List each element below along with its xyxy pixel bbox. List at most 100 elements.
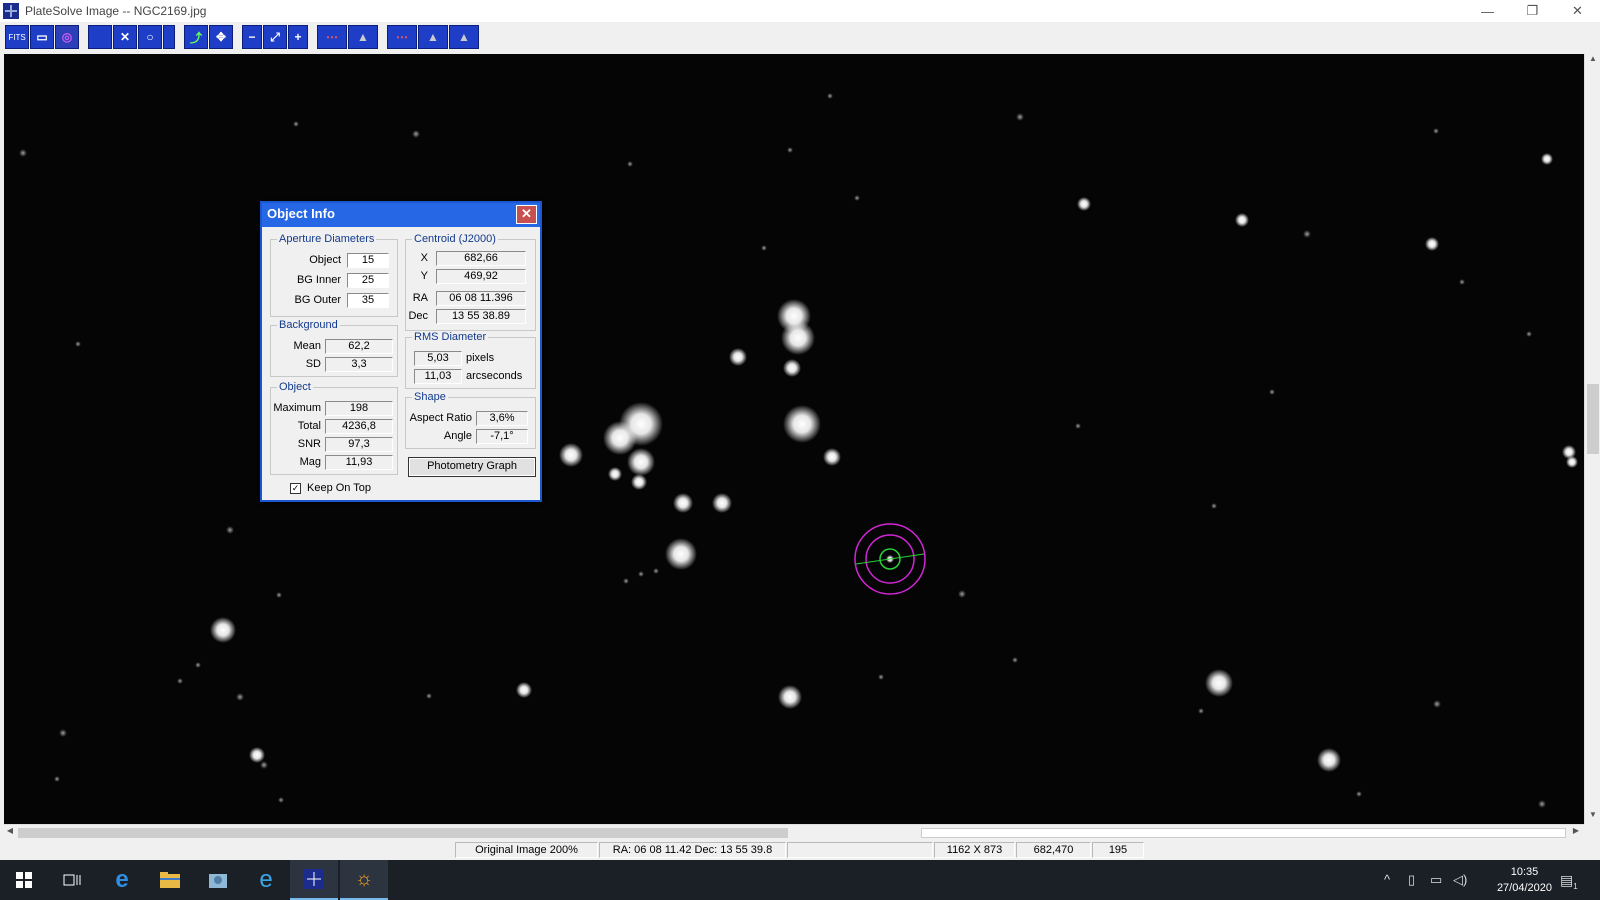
status-bar: Original Image 200% RA: 06 08 11.42 Dec:…	[0, 841, 1600, 859]
clock-time: 10:35	[1510, 866, 1539, 878]
object-stats-group-label: Object	[277, 381, 313, 393]
bg-inner-input[interactable]: 25	[347, 272, 389, 288]
background-group-label: Background	[277, 319, 340, 331]
mean-label: Mean	[293, 340, 321, 352]
profile-h-button[interactable]: ⋯	[317, 25, 347, 49]
centroid-y-label: Y	[420, 270, 428, 282]
vertical-scroll-thumb[interactable]	[1587, 384, 1599, 454]
bg-outer-input[interactable]: 35	[347, 292, 389, 308]
maximum-value: 198	[325, 400, 393, 416]
fits-button[interactable]: FITS	[5, 25, 29, 49]
horizontal-scroll-thumb[interactable]	[18, 828, 788, 838]
bg-inner-label: BG Inner	[296, 274, 341, 286]
angle-label: Angle	[443, 430, 472, 442]
object-aperture-input[interactable]: 15	[347, 252, 389, 268]
peak-button[interactable]: ▲	[348, 25, 378, 49]
rms-arcsec-value: 11,03	[414, 368, 462, 384]
aperture-button[interactable]: ◎	[55, 25, 79, 49]
total-label: Total	[297, 420, 321, 432]
keep-on-top-checkbox[interactable]: ✓ Keep On Top	[290, 482, 371, 494]
scroll-right-icon[interactable]: ▶	[1570, 826, 1582, 835]
move-button[interactable]: ✥	[209, 25, 233, 49]
status-pixel: 682,470	[1016, 842, 1091, 858]
total-value: 4236,8	[325, 418, 393, 434]
object-stats-group: Object Maximum 198 Total 4236,8 SNR 97,3 Ma…	[270, 381, 398, 475]
centroid-group: Centroid (J2000) X 682,66 Y 469,92 RA 06 08…	[405, 233, 536, 331]
status-blank	[787, 842, 933, 858]
centroid-group-label: Centroid (J2000)	[412, 233, 498, 245]
object-info-dialog: Object Info ✕ Aperture Diameters Object 1…	[260, 201, 542, 502]
centroid-x-label: X	[420, 252, 428, 264]
scroll-up-icon[interactable]: ▲	[1585, 54, 1600, 68]
aperture-group-label: Aperture Diameters	[277, 233, 377, 245]
internet-explorer-icon[interactable]: e	[242, 860, 290, 900]
background-group: Background Mean 62,2 SD 3,3	[270, 319, 398, 377]
edge-icon[interactable]: e	[98, 860, 146, 900]
platesolve-icon	[304, 869, 324, 889]
status-coordinates: RA: 06 08 11.42 Dec: 13 55 39.8	[599, 842, 786, 858]
clock-date: 27/04/2020	[1496, 882, 1552, 894]
rms-pixels-unit: pixels	[466, 352, 495, 364]
photometry-graph-button[interactable]: Photometry Graph	[408, 457, 536, 477]
mag-label: Mag	[299, 456, 321, 468]
ra-label: RA	[412, 292, 428, 304]
status-value: 195	[1092, 842, 1144, 858]
dialog-close-button[interactable]: ✕	[516, 205, 537, 224]
aperture-group: Aperture Diameters Object 15 BG Inner 25 B…	[270, 233, 398, 317]
rms-arcsec-unit: arcseconds	[466, 370, 523, 382]
rms-diameter-group: RMS Diameter 5,03 pixels 11,03 arcseconds	[405, 331, 536, 389]
vertical-scrollbar[interactable]: ▲ ▼	[1584, 54, 1600, 824]
task-view-icon	[63, 874, 81, 886]
zoom-in-button[interactable]: +	[288, 25, 308, 49]
restore-button[interactable]: ❐	[1510, 0, 1555, 22]
dialog-title: Object Info	[267, 206, 335, 221]
sd-value: 3,3	[325, 356, 393, 372]
toolbar: FITS ▭ ◎ ✕ ○ ⤴ ✥ − ⤢ + ⋯ ▲ ⋯ ▲ ▲	[0, 22, 1600, 52]
clock[interactable]: 10:35 27/04/2020	[1497, 864, 1552, 896]
mean-value: 62,2	[325, 338, 393, 354]
cross-button[interactable]: ✕	[113, 25, 137, 49]
aperture-marker	[854, 523, 926, 595]
fit-button[interactable]: ⤢	[263, 25, 287, 49]
peak3-button[interactable]: ▲	[449, 25, 479, 49]
status-image-size: 1162 X 873	[934, 842, 1015, 858]
notifications-icon[interactable]: ▤1	[1560, 872, 1578, 891]
network-icon[interactable]: ▭	[1430, 872, 1442, 888]
zoom-out-button[interactable]: −	[242, 25, 262, 49]
mag-value: 11,93	[325, 454, 393, 470]
close-window-button[interactable]: ✕	[1555, 0, 1600, 22]
taskbar: e e ☼ ^ ▯ ▭ ◁) 10:35 27/04/2020 ▤1	[0, 860, 1600, 900]
star-field-image[interactable]	[4, 54, 1584, 824]
horizontal-scroll-track[interactable]	[921, 828, 1566, 838]
circle-button[interactable]: ○	[138, 25, 162, 49]
peak2-button[interactable]: ▲	[418, 25, 448, 49]
align-button[interactable]: ⤴	[184, 25, 208, 49]
minimize-button[interactable]: —	[1465, 0, 1510, 22]
scroll-down-icon[interactable]: ▼	[1585, 810, 1600, 824]
usb-icon[interactable]: ▯	[1408, 872, 1415, 888]
platesolve-taskbar-button[interactable]	[290, 860, 338, 900]
panel-button[interactable]: ▭	[30, 25, 54, 49]
start-button[interactable]	[0, 860, 48, 900]
checkbox-checked-icon[interactable]: ✓	[290, 482, 301, 494]
control-panel-button[interactable]	[194, 860, 242, 900]
show-hidden-icons-icon[interactable]: ^	[1384, 872, 1390, 887]
scroll-left-icon[interactable]: ◀	[4, 826, 16, 835]
task-view-button[interactable]	[48, 860, 96, 900]
volume-icon[interactable]: ◁)	[1453, 872, 1467, 888]
sd-label: SD	[305, 358, 321, 370]
blank-button-2[interactable]	[163, 25, 175, 49]
rms-pixels-value: 5,03	[414, 350, 462, 366]
horizontal-scrollbar[interactable]: ◀ ▶	[4, 824, 1584, 840]
blank-button-1[interactable]	[88, 25, 112, 49]
file-explorer-button[interactable]	[146, 860, 194, 900]
title-bar: PlateSolve Image -- NGC2169.jpg — ❐ ✕	[0, 0, 1600, 22]
aspect-ratio-label: Aspect Ratio	[409, 412, 472, 424]
profile-v-button[interactable]: ⋯	[387, 25, 417, 49]
keep-on-top-label: Keep On Top	[307, 482, 372, 494]
ra-value: 06 08 11.396	[436, 290, 526, 306]
centroid-y-value: 469,92	[436, 268, 526, 284]
status-zoom: Original Image 200%	[455, 842, 598, 858]
dialog-title-bar[interactable]: Object Info ✕	[262, 203, 540, 227]
sun-app-icon[interactable]: ☼	[340, 860, 388, 900]
